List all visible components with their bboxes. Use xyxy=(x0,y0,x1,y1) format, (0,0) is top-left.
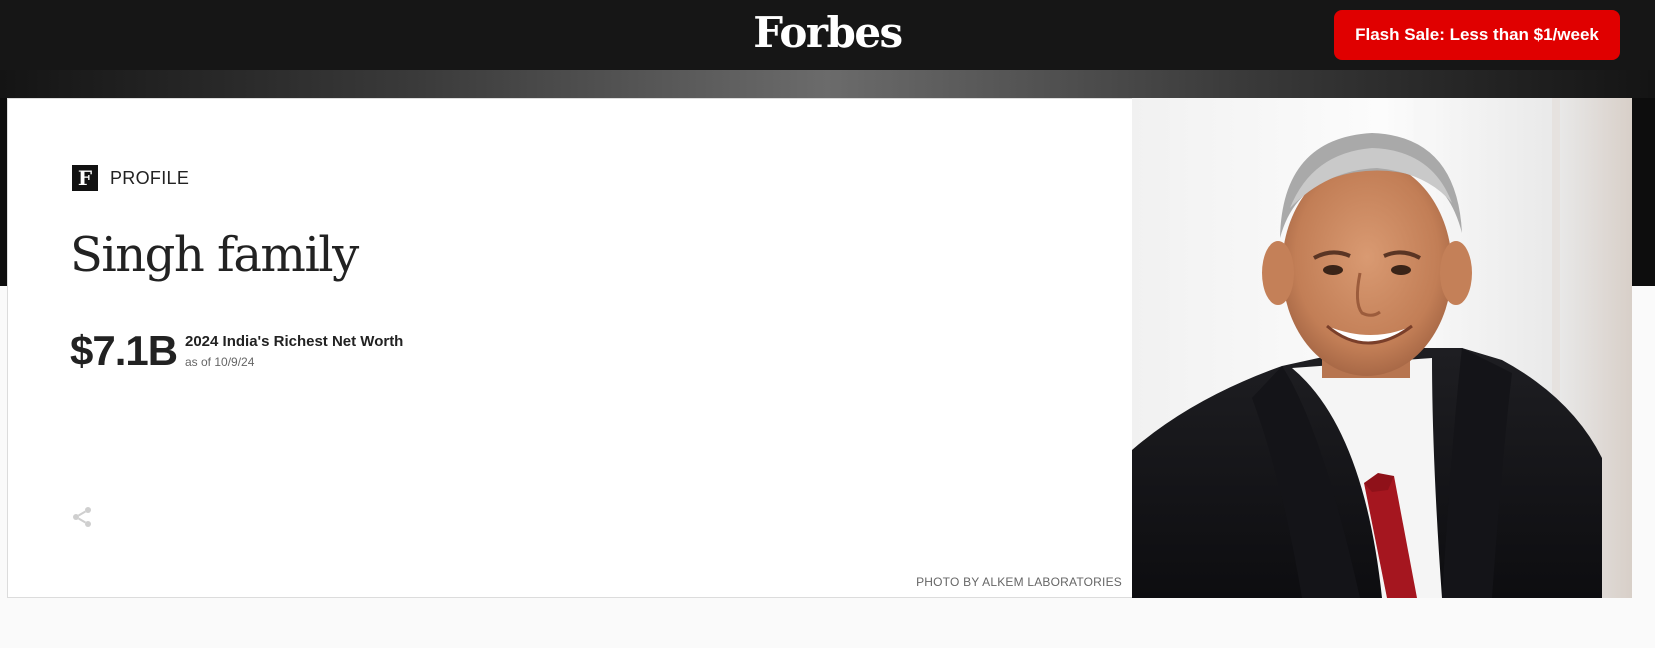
hero-gradient-strip xyxy=(0,70,1655,98)
photo-credit: PHOTO BY ALKEM LABORATORIES xyxy=(916,575,1122,589)
flash-sale-button[interactable]: Flash Sale: Less than $1/week xyxy=(1334,10,1620,60)
net-worth-title: 2024 India's Richest Net Worth xyxy=(185,333,404,350)
net-worth-date: as of 10/9/24 xyxy=(185,355,255,369)
profile-name: Singh family xyxy=(70,227,359,283)
net-worth-value: $7.1B xyxy=(70,327,178,374)
profile-photo xyxy=(1132,98,1632,598)
forbes-f-icon: F xyxy=(72,165,98,191)
profile-card: F PROFILE Singh family $7.1B 2024 India'… xyxy=(7,98,1132,598)
profile-section-label: F PROFILE xyxy=(72,165,189,191)
top-nav-bar: Forbes Flash Sale: Less than $1/week xyxy=(0,0,1655,70)
profile-label: PROFILE xyxy=(110,167,190,188)
share-icon[interactable] xyxy=(70,505,94,529)
